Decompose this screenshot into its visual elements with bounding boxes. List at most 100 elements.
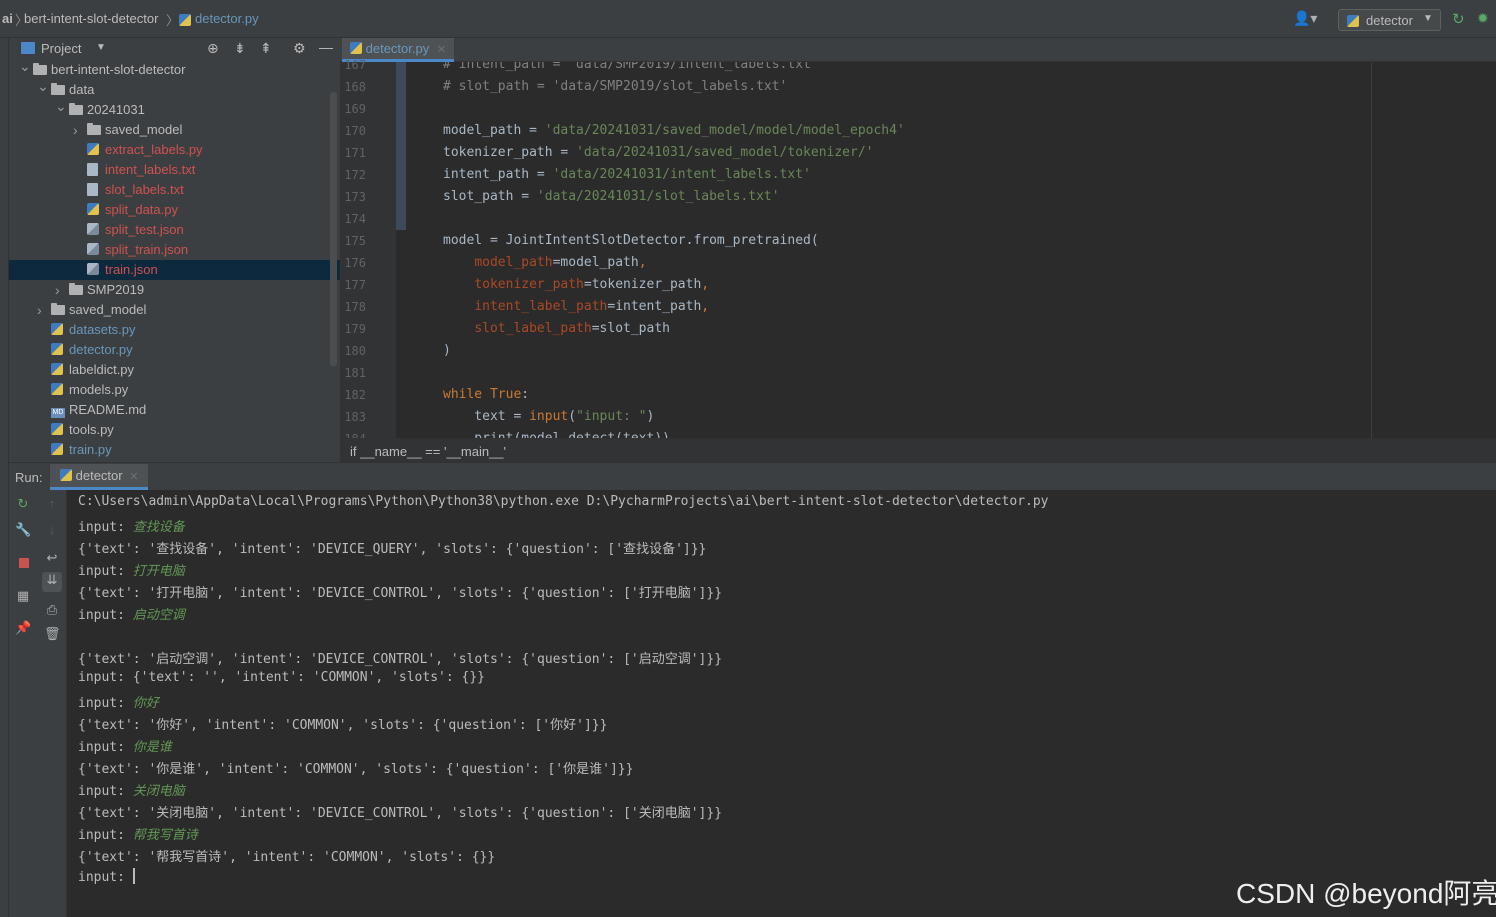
line-number: 167 — [344, 58, 366, 72]
debug-icon[interactable]: ✹ — [1477, 10, 1489, 27]
line-number: 174 — [344, 212, 366, 226]
tree-file[interactable]: slot_labels.txt — [9, 180, 340, 200]
code-editor[interactable]: # intent_path = 'data/SMP2019/intent_lab… — [406, 62, 1496, 438]
chevron-right-icon[interactable]: › — [55, 280, 65, 300]
project-scrollbar[interactable] — [330, 92, 337, 366]
tree-file[interactable]: train.json — [9, 260, 340, 280]
code-line: # slot_path = 'data/SMP2019/slot_labels.… — [443, 79, 788, 94]
tree-file[interactable]: extract_labels.py — [9, 140, 340, 160]
tree-item-label: train.json — [105, 262, 158, 277]
tree-file[interactable]: detector.py — [9, 340, 340, 360]
tree-file[interactable]: tools.py — [9, 420, 340, 440]
tree-file[interactable]: split_test.json — [9, 220, 340, 240]
gear-icon[interactable]: ⚙ — [293, 40, 306, 57]
run-console[interactable]: C:\Users\admin\AppData\Local\Programs\Py… — [67, 490, 1496, 917]
tree-folder[interactable]: ⌄ bert-intent-slot-detector — [9, 60, 340, 80]
console-line: input: 你好 — [78, 696, 159, 711]
line-number: 173 — [344, 190, 366, 204]
python-file-icon — [87, 140, 99, 160]
pin-icon[interactable]: 📌 — [15, 620, 31, 636]
tree-file[interactable]: intent_labels.txt — [9, 160, 340, 180]
line-number: 169 — [344, 102, 366, 116]
code-line: tokenizer_path = 'data/20241031/saved_mo… — [443, 145, 874, 160]
scroll-to-end-icon[interactable]: ⇊ — [42, 572, 62, 592]
tree-folder[interactable]: › SMP2019 — [9, 280, 340, 300]
arrow-up-icon[interactable]: ↑ — [44, 496, 60, 512]
chevron-right-icon[interactable]: › — [37, 300, 47, 320]
console-line: input: 关闭电脑 — [78, 784, 185, 799]
line-number: 179 — [344, 322, 366, 336]
user-input-text: 查找设备 — [132, 520, 185, 535]
chevron-down-icon[interactable]: ⌄ — [19, 60, 31, 76]
tree-file[interactable]: models.py — [9, 380, 340, 400]
run-toolbar-primary: ↻ 🔧 ▦ 📌 — [9, 490, 38, 917]
chevron-down-icon[interactable]: ⌄ — [37, 76, 49, 96]
tree-file[interactable]: split_data.py — [9, 200, 340, 220]
run-toolbar-secondary: ↑ ↓ ↩ ⇊ ⎙ 🗑 — [38, 490, 67, 917]
stop-icon[interactable] — [19, 558, 29, 568]
watermark: CSDN @beyond阿亮 — [1236, 878, 1496, 909]
console-line: input: 打开电脑 — [78, 564, 185, 579]
chevron-down-icon[interactable]: ⌄ — [55, 96, 67, 116]
arrow-down-icon[interactable]: ↓ — [44, 522, 60, 538]
code-line: model = JointIntentSlotDetector.from_pre… — [443, 233, 819, 248]
user-input-text: 你好 — [132, 696, 159, 711]
rerun-icon[interactable]: ↻ — [15, 496, 31, 512]
chevron-down-icon[interactable]: ▼ — [96, 42, 106, 53]
tree-folder[interactable]: ⌄ 20241031 — [9, 98, 340, 120]
tree-item-label: bert-intent-slot-detector — [51, 62, 186, 77]
expand-all-icon[interactable]: ⇟ — [234, 40, 246, 57]
run-config-selector[interactable]: detector ▼ — [1338, 9, 1441, 31]
tree-folder[interactable]: › saved_model — [9, 120, 340, 140]
console-line: input: 查找设备 — [78, 520, 185, 535]
wrench-icon[interactable]: 🔧 — [15, 522, 31, 538]
tree-item-label: train.py — [69, 442, 112, 457]
console-line: C:\Users\admin\AppData\Local\Programs\Py… — [78, 494, 1049, 509]
code-line: model_path=model_path, — [474, 255, 647, 270]
code-line: model_path = 'data/20241031/saved_model/… — [443, 123, 905, 138]
tree-file[interactable]: MD README.md — [9, 400, 340, 420]
user-icon[interactable]: 👤▾ — [1293, 10, 1317, 27]
line-number: 170 — [344, 124, 366, 138]
print-icon[interactable]: ⎙ — [44, 602, 60, 618]
breadcrumb-root[interactable]: ai — [2, 11, 13, 26]
navigation-bar: ai 〉 bert-intent-slot-detector 〉 detecto… — [0, 0, 1496, 38]
left-tool-strip — [0, 38, 9, 917]
tree-item-label: tools.py — [69, 422, 114, 437]
tree-item-label: data — [69, 82, 95, 97]
breadcrumb-file[interactable]: detector.py — [195, 11, 259, 26]
json-file-icon — [87, 240, 99, 260]
chevron-right-icon[interactable]: › — [73, 120, 83, 140]
tab-run-detector[interactable]: detector ✕ — [50, 464, 149, 490]
close-icon[interactable]: ✕ — [129, 471, 138, 483]
minimize-icon[interactable]: — — [319, 39, 333, 55]
change-marker — [396, 62, 406, 230]
folder-icon — [69, 100, 83, 120]
soft-wrap-icon[interactable]: ↩ — [44, 550, 60, 566]
tree-file[interactable]: train.py — [9, 440, 340, 460]
close-icon[interactable]: ✕ — [437, 44, 446, 56]
breadcrumb-project[interactable]: bert-intent-slot-detector — [24, 11, 158, 26]
line-number: 171 — [344, 146, 366, 160]
rerun-icon[interactable]: ↻ — [1452, 10, 1465, 28]
tree-file[interactable]: labeldict.py — [9, 360, 340, 380]
code-breadcrumb[interactable]: if __name__ == '__main__' — [350, 444, 506, 459]
tree-item-label: saved_model — [69, 302, 147, 317]
project-panel-title[interactable]: Project — [41, 41, 81, 56]
layout-icon[interactable]: ▦ — [15, 588, 31, 604]
folder-icon — [69, 280, 83, 300]
trash-icon[interactable]: 🗑 — [44, 626, 61, 642]
markdown-file-icon: MD — [51, 408, 65, 418]
line-number: 183 — [344, 410, 366, 424]
line-number: 178 — [344, 300, 366, 314]
collapse-all-icon[interactable]: ⇞ — [260, 40, 272, 57]
tree-folder[interactable]: › saved_model — [9, 300, 340, 320]
python-file-icon — [87, 200, 99, 220]
tree-item-label: SMP2019 — [87, 282, 145, 297]
tree-file[interactable]: datasets.py — [9, 320, 340, 340]
tree-item-label: labeldict.py — [69, 362, 135, 377]
tree-file[interactable]: split_train.json — [9, 240, 340, 260]
python-file-icon — [51, 340, 63, 360]
locate-icon[interactable]: ⊕ — [207, 40, 219, 57]
folder-icon — [51, 300, 65, 320]
